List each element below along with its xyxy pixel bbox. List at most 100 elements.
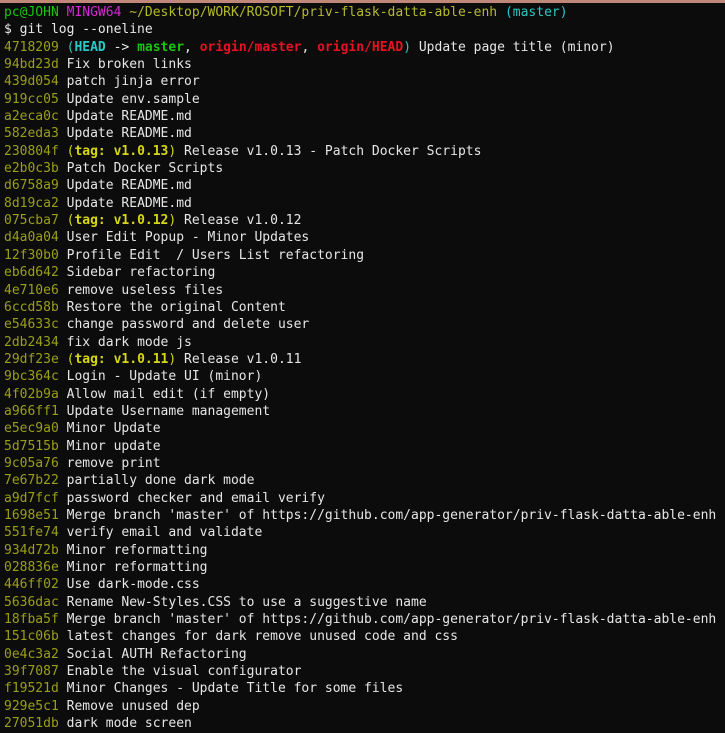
commit-line[interactable]: 028836e Minor reformatting (4, 559, 725, 576)
commit-line[interactable]: eb6d642 Sidebar refactoring (4, 264, 725, 281)
commit-message: Merge branch 'master' of https://github.… (66, 612, 717, 628)
commit-message: Minor Changes - Update Title for some fi… (66, 681, 404, 697)
commit-line[interactable]: 230804f (tag: v1.0.13) Release v1.0.13 -… (4, 143, 725, 160)
commit-message: Fix broken links (66, 57, 192, 73)
commit-hash: 151c06b (4, 629, 59, 645)
prompt-space-1 (59, 5, 67, 20)
commit-line[interactable]: 5636dac Rename New-Styles.CSS to use a s… (4, 594, 725, 611)
commit-message: Enable the visual configurator (66, 664, 302, 680)
commit-message: Update page title (minor) (418, 39, 615, 55)
commit-line[interactable]: 12f30b0 Profile Edit / Users List refact… (4, 247, 725, 264)
tag-ref: tag: v1.0.13 (74, 143, 169, 159)
commit-line[interactable]: 0e4c3a2 Social AUTH Refactoring (4, 646, 725, 663)
commit-line[interactable]: a9d7fcf password checker and email verif… (4, 490, 725, 507)
commit-line[interactable]: 582eda3 Update README.md (4, 125, 725, 142)
commit-line[interactable]: 8d19ca2 Update README.md (4, 195, 725, 212)
commit-line[interactable]: 151c06b latest changes for dark remove u… (4, 628, 725, 645)
commit-message: Patch Docker Scripts (66, 161, 224, 177)
commit-line[interactable]: a966ff1 Update Username management (4, 403, 725, 420)
commit-hash: e5ec9a0 (4, 421, 59, 437)
commit-line[interactable]: e54633c change password and delete user (4, 316, 725, 333)
prompt-user-host: pc@JOHN (4, 5, 59, 20)
commit-message: Login - Update UI (minor) (66, 369, 263, 385)
terminal-screen[interactable]: pc@JOHN MINGW64 ~/Desktop/WORK/ROSOFT/pr… (0, 3, 725, 733)
commit-line[interactable]: 2db2434 fix dark mode js (4, 334, 725, 351)
commit-message: latest changes for dark remove unused co… (66, 629, 458, 645)
commit-line[interactable]: 27051db dark mode screen (4, 715, 725, 732)
tag-ref: tag: v1.0.11 (74, 351, 169, 367)
commit-line[interactable]: 9c05a76 remove print (4, 455, 725, 472)
commit-message: Minor update (66, 438, 161, 454)
commit-message: Remove unused dep (66, 698, 200, 714)
commit-line[interactable]: e5ec9a0 Minor Update (4, 420, 725, 437)
commit-line[interactable]: 439d054 patch jinja error (4, 73, 725, 90)
commit-message: Restore the original Content (66, 299, 286, 315)
commit-line[interactable]: 4e710e6 remove useless files (4, 282, 725, 299)
commit-line[interactable]: 919cc05 Update env.sample (4, 91, 725, 108)
commit-message: Update README.md (66, 195, 192, 211)
commit-line[interactable]: d4a0a04 User Edit Popup - Minor Updates (4, 229, 725, 246)
commit-line[interactable]: 929e5c1 Remove unused dep (4, 698, 725, 715)
commit-line[interactable]: 18fba5f Merge branch 'master' of https:/… (4, 611, 725, 628)
prompt-sigil: $ (4, 22, 12, 38)
terminal-window[interactable]: pc@JOHN MINGW64 ~/Desktop/WORK/ROSOFT/pr… (0, 0, 725, 733)
commit-hash: 9c05a76 (4, 455, 59, 471)
commit-hash: 028836e (4, 560, 59, 575)
ref-separator: , (301, 39, 318, 55)
commit-message: Minor reformatting (66, 560, 208, 575)
commit-line[interactable]: f19521d Minor Changes - Update Title for… (4, 680, 725, 697)
commit-line[interactable]: 446ff02 Use dark-mode.css (4, 576, 725, 593)
commit-message: change password and delete user (66, 317, 310, 333)
commit-line[interactable]: 075cba7 (tag: v1.0.12) Release v1.0.12 (4, 212, 725, 229)
commit-message: Profile Edit / Users List refactoring (66, 247, 365, 263)
commit-line[interactable]: a2eca0c Update README.md (4, 108, 725, 125)
commit-line[interactable]: 39f7087 Enable the visual configurator (4, 663, 725, 680)
commit-hash: 934d72b (4, 542, 59, 558)
commit-hash: 075cba7 (4, 213, 59, 229)
prompt-line: pc@JOHN MINGW64 ~/Desktop/WORK/ROSOFT/pr… (4, 4, 725, 21)
commit-hash: 929e5c1 (4, 698, 59, 714)
command-line: $ git log --oneline (4, 21, 725, 38)
commit-hash: 6ccd58b (4, 299, 59, 315)
commit-line[interactable]: 1698e51 Merge branch 'master' of https:/… (4, 507, 725, 524)
commit-line[interactable]: 6ccd58b Restore the original Content (4, 299, 725, 316)
commit-message: verify email and validate (66, 525, 263, 541)
commit-line[interactable]: e2b0c3b Patch Docker Scripts (4, 160, 725, 177)
commit-line[interactable]: 94bd23d Fix broken links (4, 56, 725, 73)
commit-message: Update README.md (66, 109, 192, 125)
commit-hash: d6758a9 (4, 178, 59, 194)
commit-message: Rename New-Styles.CSS to use a suggestiv… (66, 594, 427, 610)
commit-hash: d4a0a04 (4, 230, 59, 246)
commit-line[interactable]: 4718209 (HEAD -> master, origin/master, … (4, 39, 725, 56)
commit-line[interactable]: 4f02b9a Allow mail edit (if empty) (4, 386, 725, 403)
commit-message: Update Username management (66, 403, 271, 419)
commit-message: Release v1.0.11 (184, 351, 302, 367)
commit-line[interactable]: 551fe74 verify email and validate (4, 524, 725, 541)
commit-line[interactable]: d6758a9 Update README.md (4, 177, 725, 194)
commit-hash: 0e4c3a2 (4, 646, 59, 662)
ref-remote-head: origin/HEAD (317, 39, 404, 55)
commit-hash: 39f7087 (4, 664, 59, 680)
commit-line[interactable]: 9bc364c Login - Update UI (minor) (4, 368, 725, 385)
commit-line[interactable]: 934d72b Minor reformatting (4, 542, 725, 559)
commit-message: Social AUTH Refactoring (66, 646, 247, 662)
commit-line[interactable]: 7e67b22 partially done dark mode (4, 472, 725, 489)
commit-line[interactable]: 5d7515b Minor update (4, 438, 725, 455)
commit-line[interactable]: 29df23e (tag: v1.0.11) Release v1.0.11 (4, 351, 725, 368)
